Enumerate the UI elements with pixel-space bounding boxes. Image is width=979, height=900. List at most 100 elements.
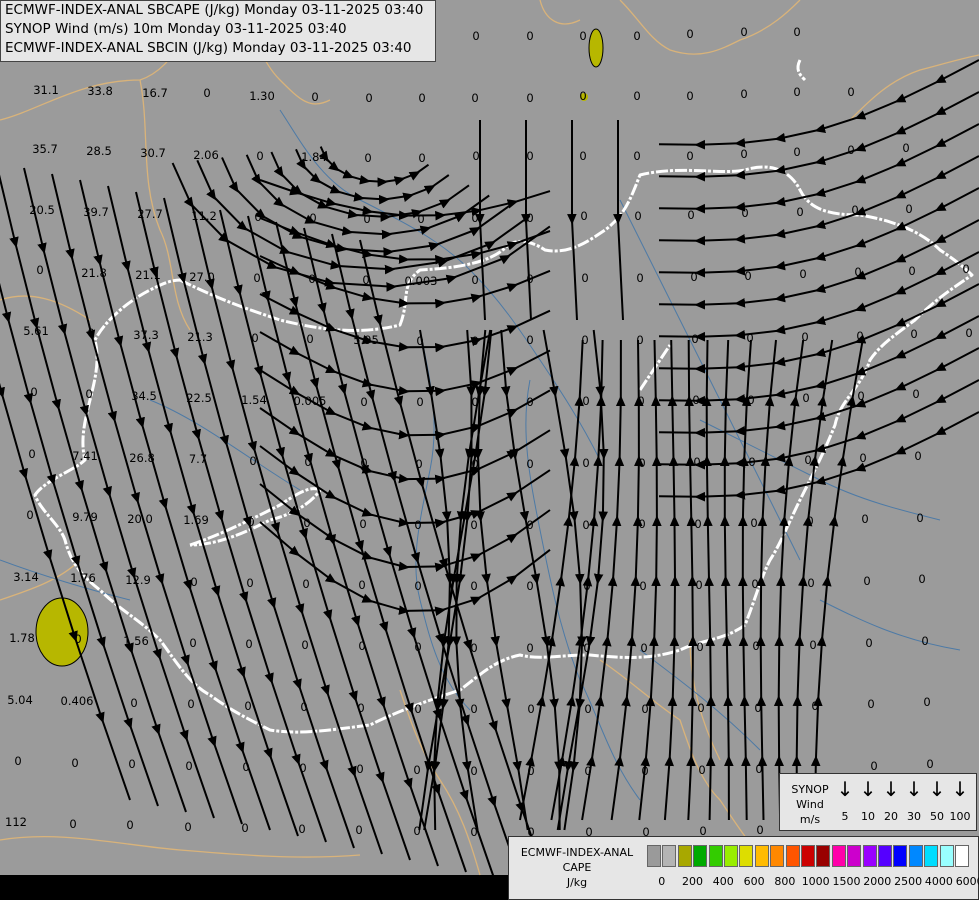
cape-legend-swatch: [677, 845, 692, 867]
cape-legend-title-1: ECMWF-INDEX-ANAL: [520, 846, 634, 859]
cape-legend-swatch: [724, 845, 738, 867]
cape-value-label: 0: [752, 639, 759, 653]
cape-value-label: 0: [806, 514, 813, 528]
cape-value-label: 0: [910, 327, 917, 341]
cape-value-label: 0: [26, 508, 33, 522]
cape-value-label: 0: [308, 272, 315, 286]
cape-value-label: 0: [471, 273, 478, 287]
cape-value-label: 0: [809, 638, 816, 652]
cape-value-label: 0: [687, 208, 694, 222]
cape-legend-tick-label: 4000: [924, 875, 953, 888]
cape-value-label: 0: [249, 454, 256, 468]
cape-legend-swatch: [847, 845, 862, 867]
cape-value-label: 0: [298, 822, 305, 836]
cape-value-label: 0: [908, 264, 915, 278]
cape-value-label: 0: [71, 756, 78, 770]
cape-value-label: 0: [472, 29, 479, 43]
cape-value-label: 21.8: [81, 266, 107, 280]
cape-value-label: 0: [912, 387, 919, 401]
cape-legend-tick-label: 600: [743, 875, 765, 888]
cape-value-label: 0: [740, 25, 747, 39]
cape-value-label: 0: [634, 209, 641, 223]
wind-arrow-icon: ↓: [859, 777, 877, 801]
cape-value-label: 0: [579, 89, 586, 103]
cape-value-label: 0: [74, 632, 81, 646]
cape-value-label: 33.8: [87, 84, 113, 98]
cape-value-label: 0: [245, 637, 252, 651]
cape-legend: ECMWF-INDEX-ANAL CAPE J/kg 0 200 400 600 800…: [508, 836, 979, 900]
cape-value-label: 0.005: [294, 394, 327, 408]
cape-value-label: 0: [246, 576, 253, 590]
cape-value-label: 7.7: [189, 452, 207, 466]
cape-value-label: 0: [187, 697, 194, 711]
wind-legend-value: 5: [841, 810, 849, 823]
weather-map[interactable]: 31.1 33.8 16.7 0 1.30 0 0 0 0 0 0 0 0 0 0 0 0 0 0 0 0 0 0 35.7 2…: [0, 0, 979, 900]
cape-value-label: 0: [796, 205, 803, 219]
cape-legend-swatch: [939, 845, 954, 867]
map-header: ECMWF-INDEX-ANAL SBCAPE (J/kg) Monday 03…: [0, 0, 436, 62]
cape-value-label: 0: [740, 87, 747, 101]
cape-legend-swatch: [801, 845, 815, 867]
cape-legend-swatch: [893, 845, 908, 867]
cape-value-label: 0: [748, 455, 755, 469]
cape-value-label: 21.1: [135, 268, 161, 282]
cape-value-label: 0: [691, 332, 698, 346]
cape-value-label: 31.1: [33, 83, 59, 97]
cape-value-label: 0: [414, 640, 421, 654]
cape-value-label: 11.2: [191, 209, 217, 223]
cape-value-label: 0: [526, 579, 533, 593]
cape-legend-title-2: CAPE: [562, 861, 592, 874]
cape-value-label: 0: [526, 395, 533, 409]
cape-legend-tick-label: 2500: [894, 875, 923, 888]
cape-area-northeast: [588, 28, 604, 68]
cape-value-label: 0: [85, 387, 92, 401]
cape-value-label: 2.06: [193, 148, 219, 162]
cape-value-label: 0: [87, 326, 94, 340]
cape-value-label: 0: [254, 210, 261, 224]
cape-value-label: 0: [863, 574, 870, 588]
cape-value-label: 0: [750, 516, 757, 530]
cape-legend-swatch: [908, 845, 923, 867]
cape-value-label: 9.79: [72, 510, 98, 524]
cape-value-label: 0: [365, 91, 372, 105]
cape-value-label: 0: [360, 456, 367, 470]
cape-value-label: 0: [905, 202, 912, 216]
cape-value-label: 0: [793, 85, 800, 99]
cape-value-label: 0: [926, 757, 933, 771]
cape-value-label: 0: [633, 89, 640, 103]
cape-value-label: 0: [870, 759, 877, 773]
cape-value-label: 0: [638, 456, 645, 470]
cape-value-label: 5.61: [23, 324, 49, 338]
cape-value-label: 5.95: [353, 333, 379, 347]
cape-value-label: 0: [189, 636, 196, 650]
cape-value-label: 0: [902, 141, 909, 155]
cape-value-label: 0: [923, 695, 930, 709]
cape-value-label: 0: [36, 263, 43, 277]
header-line-2: SYNOP Wind (m/s) 10m Monday 03-11-2025 0…: [5, 21, 347, 37]
cape-value-label: 5.04: [7, 693, 33, 707]
cape-value-label: 0: [811, 699, 818, 713]
cape-value-label: 0: [527, 764, 534, 778]
cape-value-label: 0: [363, 212, 370, 226]
cape-value-label: 0: [965, 326, 972, 340]
cape-value-label: 0: [414, 702, 421, 716]
wind-legend-value: 50: [930, 810, 944, 823]
cape-legend-swatch: [862, 845, 877, 867]
cape-value-label: 1.69: [183, 513, 209, 527]
cape-value-label: 0: [584, 702, 591, 716]
cape-value-label: 0: [302, 577, 309, 591]
cape-value-label: 28.5: [86, 144, 112, 158]
cape-value-label: 35.7: [32, 142, 58, 156]
cape-value-label: 0: [311, 90, 318, 104]
cape-legend-tick-label: 1000: [801, 875, 830, 888]
cape-value-label: 22.5: [186, 391, 212, 405]
cape-legend-swatch: [708, 845, 723, 867]
cape-value-label: 37.3: [133, 328, 159, 342]
cape-value-label: 0: [640, 641, 647, 655]
cape-value-label: 0: [299, 761, 306, 775]
cape-value-label: 0: [471, 457, 478, 471]
wind-arrow-icon: ↓: [928, 777, 946, 801]
cape-value-label: 0: [744, 269, 751, 283]
cape-value-label: 0: [526, 149, 533, 163]
cape-value-label: 0: [304, 455, 311, 469]
